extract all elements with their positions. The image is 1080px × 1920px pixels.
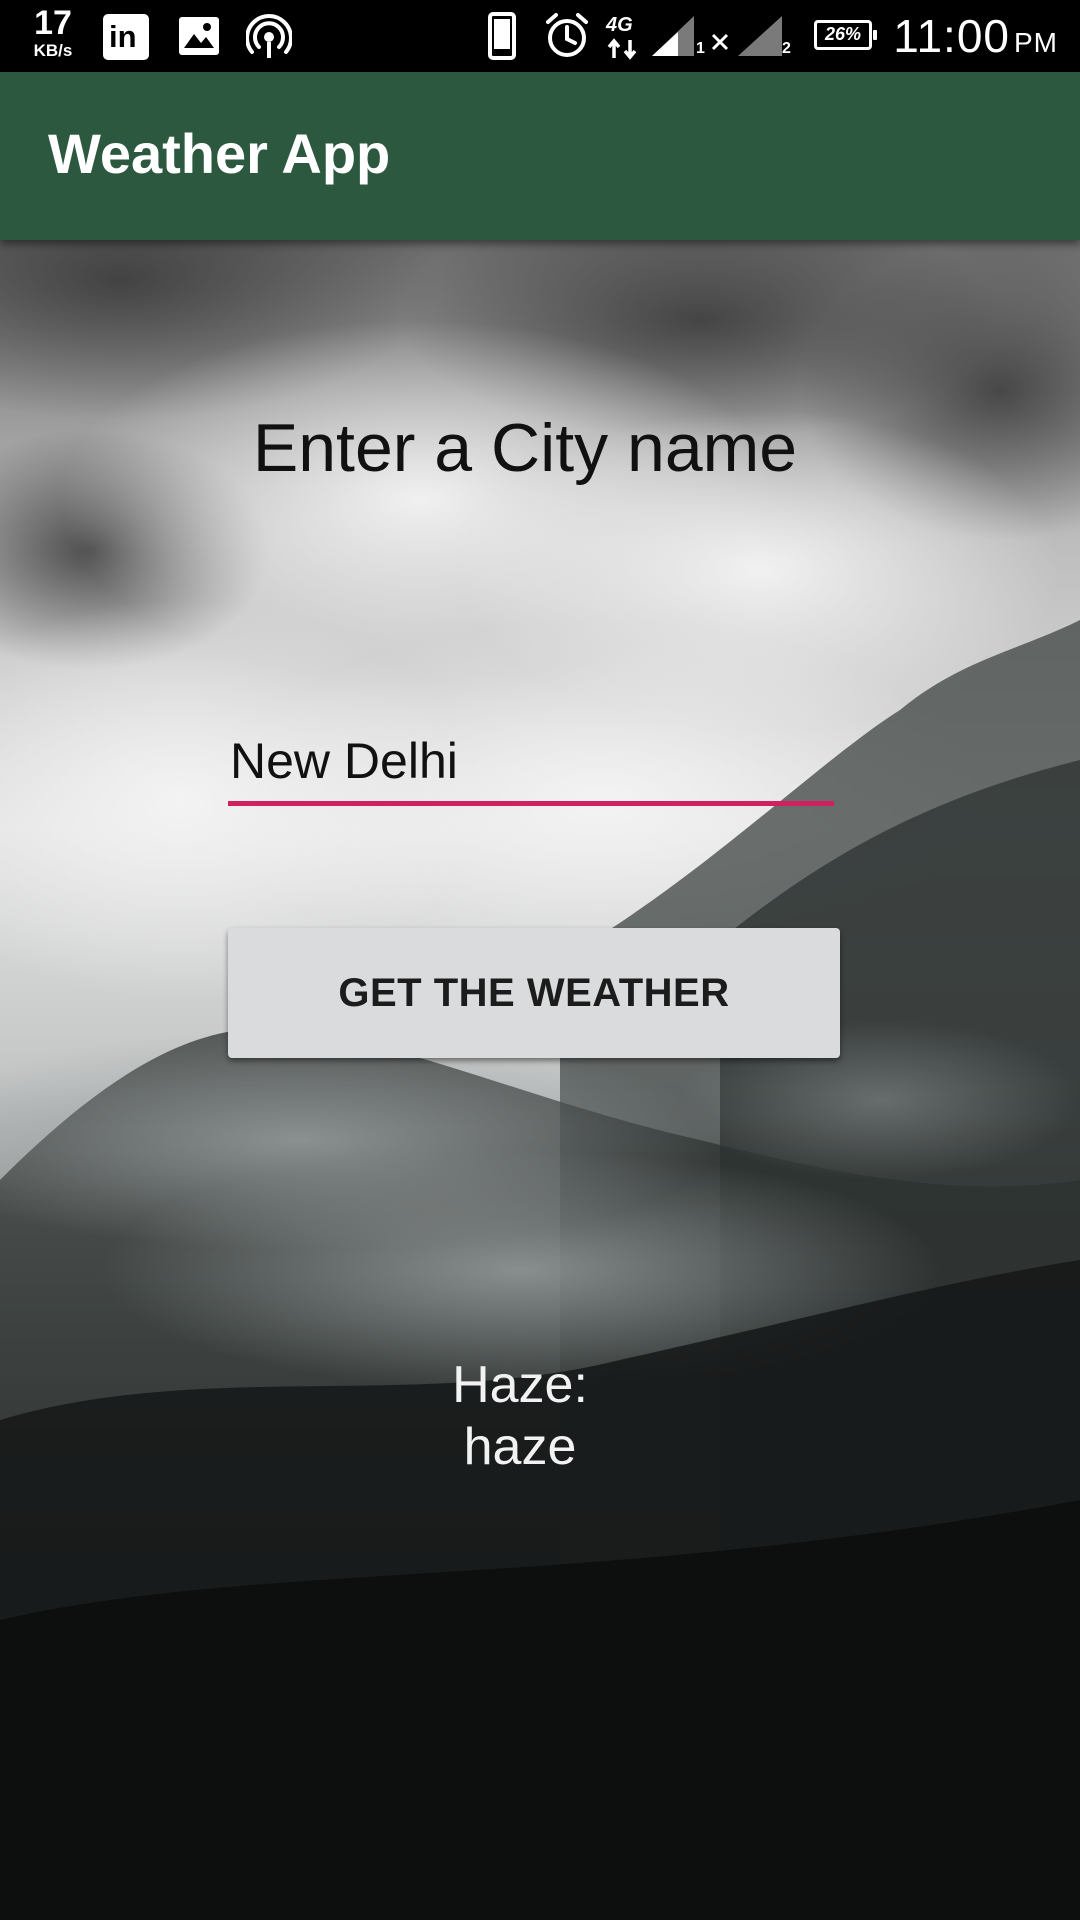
4g-data-icon: 4G — [606, 14, 640, 60]
network-speed-value: 17 — [34, 4, 72, 42]
sim1-label: 1 — [696, 40, 705, 57]
signal-sim2-icon — [738, 16, 782, 56]
no-signal-x-icon — [711, 33, 729, 51]
weather-result-description: haze — [463, 1418, 577, 1476]
app-title: Weather App — [48, 122, 391, 185]
city-input[interactable] — [228, 720, 834, 806]
get-weather-button[interactable]: GET THE WEATHER — [228, 928, 840, 1058]
battery-icon: 26% — [814, 20, 877, 50]
network-speed-unit: KB/s — [33, 41, 73, 60]
phone-icon — [488, 12, 516, 60]
clock-ampm: PM — [1014, 27, 1058, 58]
network-type-label: 4G — [606, 14, 633, 36]
alarm-icon — [546, 13, 588, 57]
background-image — [0, 240, 1080, 1920]
linkedin-glyph: in — [109, 19, 137, 54]
app-bar: Weather App — [0, 72, 1080, 240]
signal-icon — [652, 16, 694, 56]
main-content: Enter a City name GET THE WEATHER Haze: … — [0, 240, 1080, 1920]
hotspot-icon — [246, 14, 292, 58]
status-bar: 17 KB/s in 4G 1 2 26% 11:00 PM — [0, 0, 1080, 72]
weather-result: Haze: haze — [380, 1354, 660, 1478]
sim2-label: 2 — [782, 40, 791, 57]
weather-result-main: Haze: — [452, 1356, 588, 1414]
battery-percent: 26% — [824, 24, 862, 44]
clock: 11:00 PM — [893, 10, 1058, 69]
clock-time: 11:00 — [893, 10, 1010, 62]
network-speed: 17 KB/s — [22, 6, 84, 59]
page-heading: Enter a City name — [252, 410, 798, 486]
linkedin-icon: in — [103, 14, 149, 60]
image-icon — [179, 17, 219, 55]
